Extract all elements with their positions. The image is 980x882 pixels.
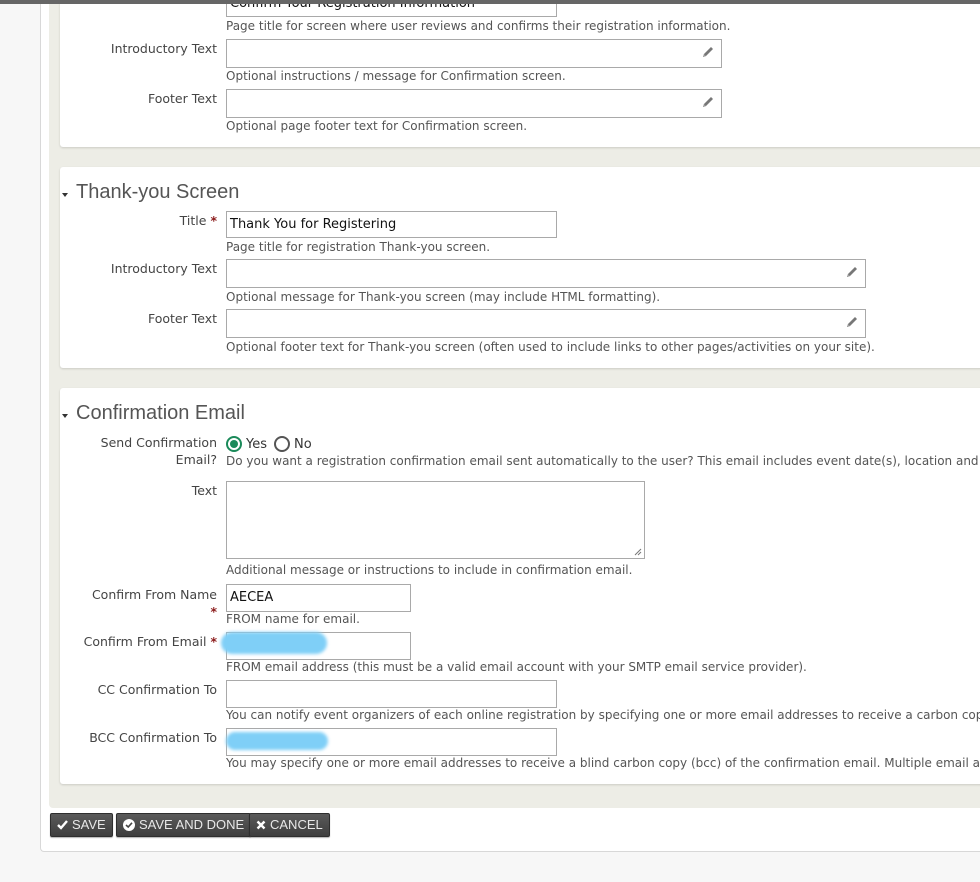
pencil-icon[interactable] <box>701 95 715 109</box>
send-confirmation-yes-label[interactable]: Yes <box>246 437 267 452</box>
thankyou-intro-help: Optional message for Thank-you screen (m… <box>226 290 661 304</box>
browser-top-bar <box>0 0 980 4</box>
from-name-label: Confirm From Name * <box>91 587 217 619</box>
thankyou-title-value: Thank You for Registering <box>230 217 397 232</box>
redaction-mark <box>221 632 327 654</box>
save-button[interactable]: SAVE <box>50 813 113 837</box>
cc-label: CC Confirmation To <box>97 682 217 697</box>
form-well: Title Confirm Your Registration Informat… <box>49 0 980 808</box>
bcc-help: You may specify one or more email addres… <box>226 756 980 770</box>
from-name-value: AECEA <box>230 590 274 605</box>
confirmation-email-panel: Confirmation Email Send Confirmation Emai… <box>60 388 980 784</box>
email-text-textarea[interactable] <box>226 481 645 559</box>
send-confirmation-label: Send Confirmation Email? <box>100 435 217 467</box>
bcc-label: BCC Confirmation To <box>89 730 217 745</box>
footer-text-label: Footer Text <box>147 91 217 106</box>
collapse-caret-icon[interactable] <box>62 414 68 418</box>
confirmation-intro-help: Optional instructions / message for Conf… <box>226 69 566 83</box>
thankyou-footer-help: Optional footer text for Thank-you scree… <box>226 340 875 354</box>
thankyou-footer-input[interactable] <box>226 309 866 338</box>
from-name-help: FROM name for email. <box>226 612 360 626</box>
thankyou-title-help: Page title for registration Thank-you sc… <box>226 240 491 254</box>
save-and-done-button[interactable]: SAVE AND DONE <box>116 813 252 837</box>
send-confirmation-help: Do you want a registration confirmation … <box>226 454 980 468</box>
thankyou-intro-input[interactable] <box>226 259 866 288</box>
send-confirmation-no-radio[interactable] <box>274 436 290 452</box>
send-confirmation-yes-radio[interactable] <box>226 436 242 452</box>
required-marker: * <box>210 604 217 619</box>
thankyou-screen-panel: Thank-you Screen Title * Thank You for R… <box>60 167 980 368</box>
cc-input[interactable] <box>226 680 557 708</box>
thankyou-title-label: Title * <box>179 213 217 228</box>
required-marker: * <box>210 213 217 228</box>
save-button-label: SAVE <box>72 817 106 832</box>
page-content: Title Confirm Your Registration Informat… <box>40 0 980 852</box>
pencil-icon[interactable] <box>845 265 859 279</box>
from-name-input[interactable]: AECEA <box>226 584 411 612</box>
check-circle-icon <box>123 819 135 831</box>
confirmation-screen-panel: Title Confirm Your Registration Informat… <box>60 0 980 147</box>
cc-help: You can notify event organizers of each … <box>226 708 980 722</box>
email-text-help: Additional message or instructions to in… <box>226 563 633 577</box>
cancel-button-label: CANCEL <box>270 817 323 832</box>
confirmation-footer-help: Optional page footer text for Confirmati… <box>226 119 528 133</box>
confirmation-intro-input[interactable] <box>226 39 722 68</box>
confirmation-footer-input[interactable] <box>226 89 722 118</box>
thankyou-intro-label: Introductory Text <box>110 261 217 276</box>
collapse-caret-icon[interactable] <box>62 193 68 197</box>
email-text-label: Text <box>191 483 217 498</box>
resize-handle-icon[interactable] <box>634 548 642 556</box>
redaction-mark <box>226 732 328 750</box>
from-email-label: Confirm From Email * <box>83 634 217 649</box>
from-email-help: FROM email address (this must be a valid… <box>226 660 807 674</box>
thankyou-section-title[interactable]: Thank-you Screen <box>76 181 239 204</box>
pencil-icon[interactable] <box>845 315 859 329</box>
send-confirmation-no-label[interactable]: No <box>294 437 312 452</box>
intro-text-label: Introductory Text <box>110 41 217 56</box>
pencil-icon[interactable] <box>701 45 715 59</box>
thankyou-title-input[interactable]: Thank You for Registering <box>226 211 557 238</box>
check-icon <box>57 820 68 830</box>
confirmation-title-help: Page title for screen where user reviews… <box>226 19 731 33</box>
cancel-button[interactable]: CANCEL <box>249 813 330 837</box>
close-icon <box>256 820 266 830</box>
thankyou-footer-label: Footer Text <box>147 311 217 326</box>
save-and-done-button-label: SAVE AND DONE <box>139 817 245 832</box>
confirmation-email-section-title[interactable]: Confirmation Email <box>76 402 245 425</box>
required-marker: * <box>210 634 217 649</box>
